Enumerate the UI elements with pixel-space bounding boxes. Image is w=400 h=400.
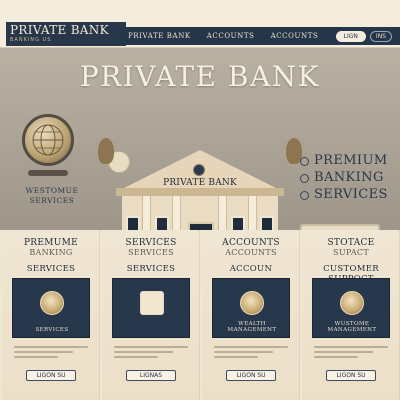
brand-name: PRIVATE BANK	[10, 23, 109, 37]
login-button[interactable]: LIGN	[335, 30, 366, 42]
globe-icon	[22, 114, 74, 166]
card-title: SERVICES	[125, 238, 177, 248]
emblem-icon	[193, 164, 205, 176]
panel-label: SERVICES	[35, 327, 69, 333]
text-line	[314, 346, 388, 348]
globe-lines	[32, 124, 64, 156]
feature-item: SERVICES	[300, 188, 396, 202]
bullet-icon	[300, 190, 309, 200]
card-subtitle: ACCOUNTS	[225, 248, 277, 257]
hero-features: PREMIUM BANKING SERVICES	[300, 154, 396, 205]
panel-label: WUSTOME MANAGEMENT	[327, 321, 377, 333]
card-subtitle: SERVICES	[128, 248, 174, 257]
main-nav: PRIVATE BANK ACCOUNTS ACCOUNTS LIGN INS	[120, 27, 400, 45]
bullet-icon	[300, 173, 309, 183]
card-panel: SERVICES	[12, 278, 90, 338]
text-line	[114, 356, 159, 358]
card-panel	[112, 278, 190, 338]
brand-logo[interactable]: PRIVATE BANK BANKING US	[6, 22, 126, 46]
card-login-button[interactable]: LIGON SU	[226, 370, 276, 381]
text-line	[114, 351, 174, 353]
brand-subtitle: BANKING US	[10, 37, 52, 43]
text-line	[14, 346, 88, 348]
globe-stand	[28, 170, 68, 176]
feature-text: SERVICES	[314, 187, 388, 202]
card-login-button[interactable]: LIGON SU	[26, 370, 76, 381]
hero-title: PRIVATE BANK	[79, 60, 321, 93]
text-line	[214, 351, 274, 353]
service-card: PREMUME BANKING SERVICES SERVICES LIGON …	[2, 230, 100, 400]
card-heading: SERVICES	[126, 264, 176, 274]
coin-icon	[240, 291, 264, 315]
card-login-button[interactable]: LIGNAS	[126, 370, 176, 381]
nav-link-private-bank[interactable]: PRIVATE BANK	[128, 32, 191, 40]
card-description	[314, 346, 388, 361]
panel-label: WEALTH MANAGEMENT	[227, 321, 277, 333]
card-heading: SERVICES	[26, 264, 76, 274]
card-subtitle: SUPACT	[333, 248, 369, 257]
welcome-line-1: WESTOMUE	[25, 186, 79, 195]
dollar-document-icon	[140, 291, 164, 315]
hero-banner: PRIVATE BANK WESTOMUE SERVICES PRIVATE B…	[0, 48, 400, 274]
safe-dial-icon	[40, 291, 64, 315]
text-line	[14, 356, 59, 358]
card-description	[114, 346, 188, 361]
text-line	[214, 356, 259, 358]
card-description	[214, 346, 288, 361]
feature-text: BANKING	[314, 170, 384, 185]
feature-item: PREMIUM	[300, 154, 396, 168]
text-line	[314, 351, 374, 353]
text-line	[114, 346, 188, 348]
services-section: PREMUME BANKING SERVICES SERVICES LIGON …	[0, 230, 400, 400]
welcome-line-2: SERVICES	[29, 196, 75, 205]
service-card: STOTACE SUPACT CUSTOMER SUPPOCT WUSTOME …	[302, 230, 400, 400]
card-description	[14, 346, 88, 361]
search-button[interactable]: INS	[369, 30, 392, 42]
card-title: ACCOUNTS	[222, 238, 280, 248]
text-line	[314, 356, 359, 358]
text-line	[214, 346, 288, 348]
text-line	[14, 351, 74, 353]
building-cornice	[116, 188, 284, 196]
top-bar: PRIVATE BANK BANKING US PRIVATE BANK ACC…	[0, 0, 400, 48]
card-login-button[interactable]: LIGON SU	[326, 370, 376, 381]
feature-text: PREMIUM	[314, 153, 388, 168]
service-card: ACCOUNTS ACCOUNTS ACCOUN WEALTH MANAGEME…	[202, 230, 300, 400]
card-panel: WUSTOME MANAGEMENT	[312, 278, 390, 338]
nav-link-accounts-2[interactable]: ACCOUNTS	[271, 32, 319, 40]
card-subtitle: BANKING	[29, 248, 73, 257]
card-title: STOTACE	[327, 238, 375, 248]
welcome-text: WESTOMUE SERVICES	[12, 186, 92, 206]
card-heading: ACCOUN	[229, 264, 273, 274]
building-sign: PRIVATE BANK	[163, 178, 237, 188]
service-card: SERVICES SERVICES SERVICES LIGNAS	[102, 230, 200, 400]
card-title: PREMUME	[23, 238, 79, 248]
bullet-icon	[300, 156, 309, 166]
feature-item: BANKING	[300, 171, 396, 185]
compass-icon	[340, 291, 364, 315]
nav-link-accounts[interactable]: ACCOUNTS	[207, 32, 255, 40]
card-panel: WEALTH MANAGEMENT	[212, 278, 290, 338]
topiary-tree	[98, 138, 114, 164]
